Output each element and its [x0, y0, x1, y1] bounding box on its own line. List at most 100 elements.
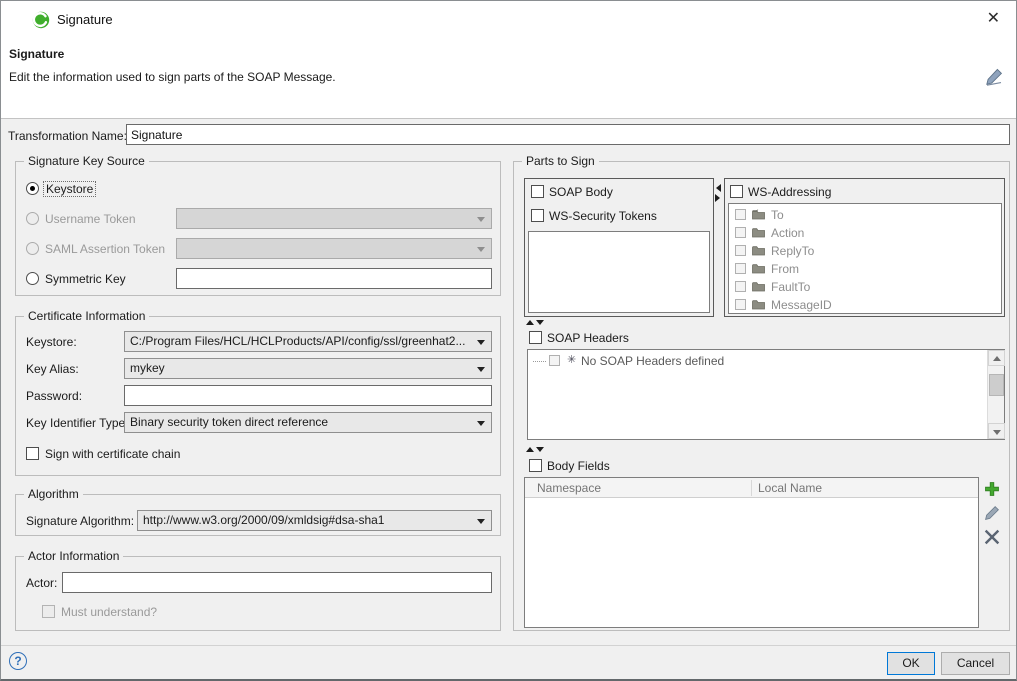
signature-algorithm-label: Signature Algorithm: — [26, 514, 134, 528]
chevron-down-icon — [477, 247, 485, 252]
scroll-thumb[interactable] — [989, 374, 1004, 396]
ws-addressing-label: WS-Addressing — [748, 185, 831, 199]
folder-icon — [752, 245, 765, 259]
password-input[interactable] — [124, 385, 492, 406]
group-signature-key-source: Signature Key Source Keystore Username T… — [15, 161, 501, 296]
group-title: Certificate Information — [24, 309, 149, 324]
soap-body-label: SOAP Body — [549, 185, 613, 199]
help-icon[interactable]: ? — [9, 652, 27, 670]
close-icon[interactable]: ✕ — [987, 9, 1000, 29]
ws-security-tokens-checkbox[interactable] — [531, 209, 544, 222]
item-checkbox — [735, 227, 746, 238]
body-fields-table[interactable]: Namespace Local Name — [524, 477, 979, 628]
radio-symmetric-key-label: Symmetric Key — [45, 272, 126, 286]
ok-button[interactable]: OK — [887, 652, 935, 675]
table-header-row: Namespace Local Name — [525, 478, 978, 498]
soap-headers-scrollbar[interactable] — [987, 350, 1004, 439]
scroll-down-button[interactable] — [988, 423, 1005, 439]
ws-security-tokens-label: WS-Security Tokens — [549, 209, 657, 223]
group-algorithm: Algorithm Signature Algorithm: http://ww… — [15, 494, 501, 536]
folder-icon — [752, 263, 765, 277]
must-understand-label: Must understand? — [61, 605, 157, 619]
footer-divider — [1, 645, 1016, 646]
soap-body-checkbox[interactable] — [531, 185, 544, 198]
split-expand-down-icon[interactable] — [536, 320, 544, 325]
chevron-down-icon — [477, 519, 485, 524]
split-expand-right-icon[interactable] — [715, 194, 720, 202]
radio-username-token-label: Username Token — [45, 212, 136, 226]
ws-addressing-panel: WS-Addressing To Action ReplyTo — [724, 178, 1005, 317]
keystore-label: Keystore: — [26, 335, 77, 349]
radio-username-token — [26, 212, 39, 225]
item-checkbox — [735, 299, 746, 310]
folder-icon — [752, 227, 765, 241]
split-collapse-up-icon[interactable] — [526, 447, 534, 452]
header-bullet-icon: ✳ — [567, 353, 576, 366]
soap-headers-checkbox[interactable] — [529, 331, 542, 344]
actor-label: Actor: — [26, 576, 57, 590]
ws-addressing-item: FaultTo — [735, 278, 995, 296]
body-fields-label: Body Fields — [547, 459, 610, 473]
folder-icon — [752, 299, 765, 313]
actor-input[interactable] — [62, 572, 492, 593]
body-fields-checkbox[interactable] — [529, 459, 542, 472]
transformation-name-label: Transformation Name: — [8, 129, 127, 143]
item-checkbox — [735, 245, 746, 256]
item-checkbox — [735, 281, 746, 292]
item-checkbox — [735, 263, 746, 274]
add-field-icon[interactable] — [984, 481, 1000, 500]
must-understand-checkbox — [42, 605, 55, 618]
column-header-namespace[interactable]: Namespace — [537, 481, 601, 495]
edit-field-icon[interactable] — [984, 505, 1000, 524]
signature-pen-icon — [984, 67, 1004, 90]
radio-keystore[interactable] — [26, 182, 39, 195]
cancel-button[interactable]: Cancel — [941, 652, 1010, 675]
soap-headers-empty-text: No SOAP Headers defined — [581, 354, 724, 368]
key-identifier-type-combo[interactable]: Binary security token direct reference — [124, 412, 492, 433]
folder-icon — [752, 209, 765, 223]
sign-with-certificate-chain-checkbox[interactable] — [26, 447, 39, 460]
group-title: Signature Key Source — [24, 154, 149, 169]
soap-body-panel: SOAP Body WS-Security Tokens — [524, 178, 714, 317]
split-collapse-up-icon[interactable] — [526, 320, 534, 325]
dialog-header: Signature Edit the information used to s… — [1, 39, 1016, 119]
header-title: Signature — [9, 47, 64, 61]
group-actor-information: Actor Information Actor: Must understand… — [15, 556, 501, 631]
soap-headers-label: SOAP Headers — [547, 331, 629, 345]
ws-addressing-item: From — [735, 260, 995, 278]
password-label: Password: — [26, 389, 82, 403]
split-expand-down-icon[interactable] — [536, 447, 544, 452]
delete-field-icon[interactable] — [984, 529, 1000, 548]
soap-headers-tree[interactable]: ✳ No SOAP Headers defined — [527, 349, 1005, 440]
ws-addressing-item: ReplyTo — [735, 242, 995, 260]
soap-headers-item-checkbox — [549, 355, 560, 366]
radio-symmetric-key[interactable] — [26, 272, 39, 285]
ws-security-tokens-list[interactable] — [528, 231, 710, 313]
keystore-combo[interactable]: C:/Program Files/HCL/HCLProducts/API/con… — [124, 331, 492, 352]
signature-algorithm-combo[interactable]: http://www.w3.org/2000/09/xmldsig#dsa-sh… — [137, 510, 492, 531]
radio-keystore-label: Keystore — [43, 181, 96, 197]
chevron-down-icon — [477, 340, 485, 345]
app-icon — [32, 11, 50, 32]
column-divider[interactable] — [751, 480, 752, 496]
radio-saml-assertion-token — [26, 242, 39, 255]
ws-addressing-checkbox[interactable] — [730, 185, 743, 198]
symmetric-key-input[interactable] — [176, 268, 492, 289]
ws-addressing-list[interactable]: To Action ReplyTo From — [728, 203, 1002, 314]
key-alias-combo[interactable]: mykey — [124, 358, 492, 379]
sign-with-certificate-chain-label: Sign with certificate chain — [45, 447, 180, 461]
ws-addressing-item: Action — [735, 224, 995, 242]
tree-connector — [533, 361, 546, 362]
folder-icon — [752, 281, 765, 295]
column-header-local-name[interactable]: Local Name — [758, 481, 822, 495]
split-collapse-left-icon[interactable] — [716, 184, 721, 192]
chevron-down-icon — [477, 367, 485, 372]
scroll-up-button[interactable] — [988, 350, 1005, 366]
group-certificate-information: Certificate Information Keystore: C:/Pro… — [15, 316, 501, 476]
group-title: Actor Information — [24, 549, 123, 564]
username-token-combo — [176, 208, 492, 229]
title-bar[interactable]: Signature ✕ — [1, 1, 1016, 39]
transformation-name-input[interactable] — [126, 124, 1010, 145]
chevron-down-icon — [477, 421, 485, 426]
header-description: Edit the information used to sign parts … — [9, 70, 336, 84]
